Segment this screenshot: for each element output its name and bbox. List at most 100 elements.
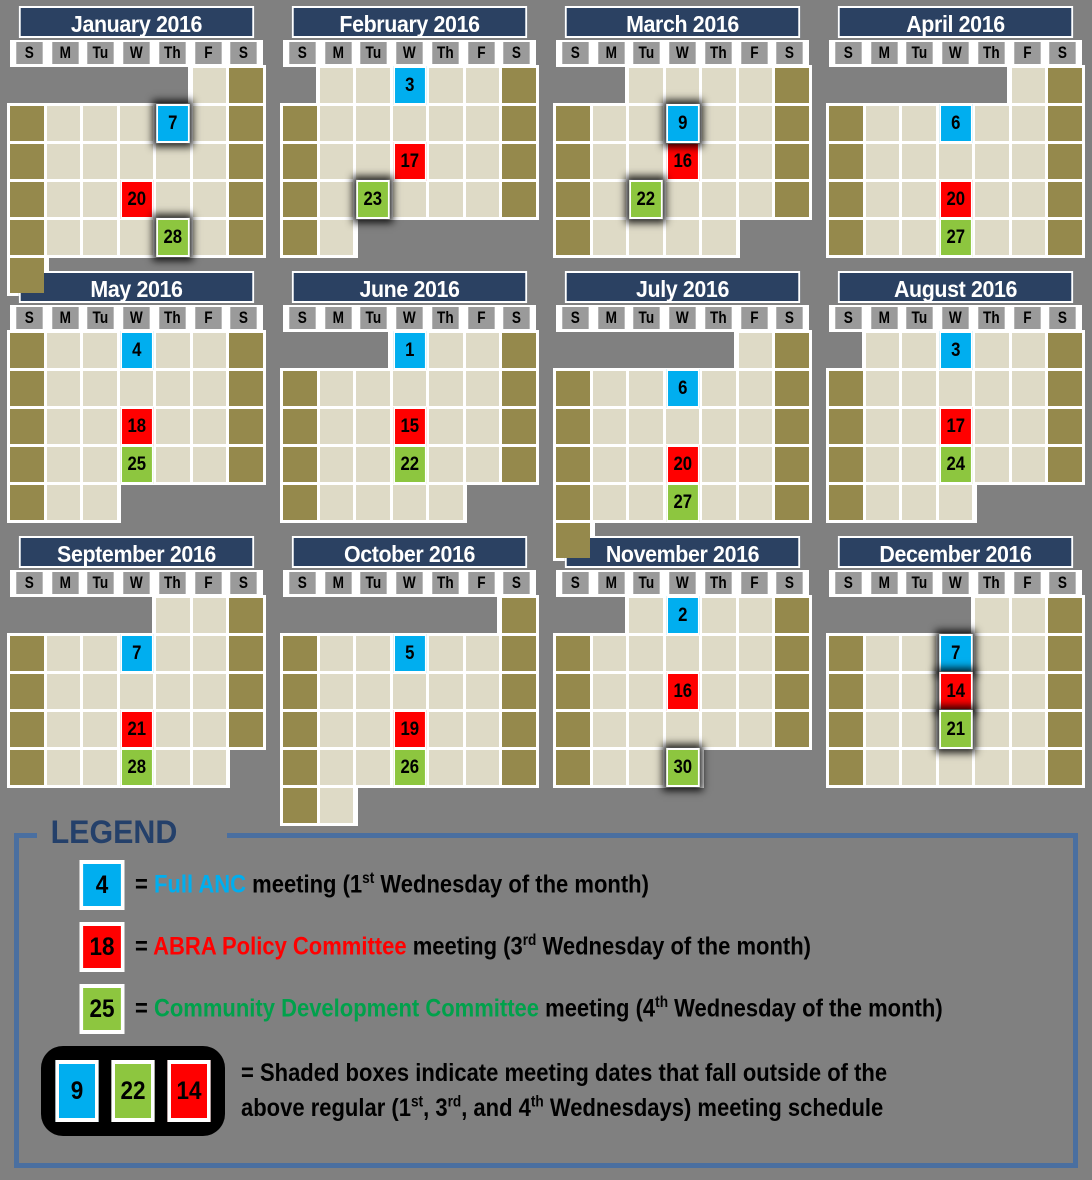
meeting-day-cell[interactable]: 2 bbox=[665, 596, 700, 635]
meeting-badge-cdc[interactable]: 26 bbox=[392, 748, 427, 787]
meeting-day-cell[interactable]: 1 bbox=[392, 331, 427, 370]
meeting-badge-cdc[interactable]: 21 bbox=[938, 710, 973, 749]
meeting-day-cell[interactable]: 27 bbox=[665, 483, 700, 522]
meeting-badge-abra[interactable]: 19 bbox=[392, 710, 427, 749]
day-cell bbox=[465, 333, 500, 368]
meeting-badge-cdc[interactable]: 22 bbox=[629, 180, 663, 219]
meeting-badge-anc[interactable]: 7 bbox=[156, 104, 190, 143]
meeting-badge-cdc[interactable]: 24 bbox=[938, 445, 973, 484]
meeting-badge-anc[interactable]: 7 bbox=[938, 634, 973, 673]
meeting-day-cell[interactable]: 27 bbox=[938, 218, 973, 257]
meeting-day-cell[interactable]: 20 bbox=[119, 180, 154, 219]
day-cell bbox=[738, 447, 773, 482]
day-cell bbox=[83, 220, 117, 255]
meeting-day-cell[interactable]: 18 bbox=[119, 407, 154, 446]
meeting-day-cell[interactable]: 16 bbox=[665, 672, 700, 711]
empty-cell bbox=[393, 598, 427, 633]
meeting-badge-anc[interactable]: 6 bbox=[938, 104, 973, 143]
meeting-day-cell[interactable]: 3 bbox=[938, 331, 973, 370]
day-cell bbox=[629, 220, 663, 255]
meeting-day-cell[interactable]: 17 bbox=[392, 142, 427, 181]
day-cell bbox=[429, 712, 463, 747]
meeting-day-cell[interactable]: 16 bbox=[665, 142, 700, 181]
meeting-day-cell[interactable]: 6 bbox=[665, 369, 700, 408]
meeting-badge-anc[interactable]: 5 bbox=[392, 634, 427, 673]
meeting-badge-abra[interactable]: 16 bbox=[665, 142, 700, 181]
shaded-box-sample: 9 22 14 bbox=[41, 1046, 225, 1136]
day-cell bbox=[119, 144, 154, 179]
day-cell bbox=[738, 485, 773, 520]
meeting-badge-abra[interactable]: 16 bbox=[665, 672, 700, 711]
meeting-day-cell[interactable]: 20 bbox=[938, 180, 973, 219]
meeting-day-cell[interactable]: 7 bbox=[156, 104, 190, 143]
day-cell bbox=[156, 712, 190, 747]
day-cell bbox=[192, 636, 227, 671]
meeting-day-cell[interactable]: 24 bbox=[938, 445, 973, 484]
meeting-badge-cdc[interactable]: 22 bbox=[392, 445, 427, 484]
meeting-badge-abra[interactable]: 17 bbox=[938, 407, 973, 446]
day-cell bbox=[283, 674, 317, 709]
day-cell bbox=[865, 485, 900, 520]
day-cell bbox=[502, 409, 536, 444]
meeting-day-cell[interactable]: 17 bbox=[938, 407, 973, 446]
meeting-badge-abra[interactable]: 20 bbox=[938, 180, 973, 219]
meeting-badge-abra[interactable]: 18 bbox=[119, 407, 154, 446]
meeting-badge-abra[interactable]: 21 bbox=[119, 710, 154, 749]
dow-label: W bbox=[669, 572, 696, 594]
meeting-day-cell[interactable]: 30 bbox=[665, 748, 700, 787]
meeting-day-cell[interactable]: 25 bbox=[119, 445, 154, 484]
meeting-badge-abra[interactable]: 17 bbox=[392, 142, 427, 181]
meeting-badge-cdc[interactable]: 23 bbox=[356, 180, 390, 219]
week-row: 25 bbox=[7, 444, 266, 485]
meeting-day-cell[interactable]: 9 bbox=[665, 104, 700, 143]
meeting-badge-anc[interactable]: 6 bbox=[665, 369, 700, 408]
month-title: August 2016 bbox=[837, 271, 1074, 303]
meeting-day-cell[interactable]: 21 bbox=[119, 710, 154, 749]
dow-label: S bbox=[16, 42, 43, 64]
meeting-day-cell[interactable]: 6 bbox=[938, 104, 973, 143]
day-cell bbox=[738, 144, 773, 179]
meeting-badge-anc[interactable]: 9 bbox=[665, 104, 700, 143]
dow-label: M bbox=[597, 307, 625, 329]
empty-cell bbox=[120, 68, 154, 103]
meeting-day-cell[interactable]: 7 bbox=[119, 634, 154, 673]
meeting-day-cell[interactable]: 28 bbox=[156, 218, 190, 257]
meeting-day-cell[interactable]: 28 bbox=[119, 748, 154, 787]
meeting-badge-abra[interactable]: 20 bbox=[665, 445, 700, 484]
day-cell bbox=[702, 68, 736, 103]
meeting-day-cell[interactable]: 5 bbox=[392, 634, 427, 673]
meeting-badge-cdc[interactable]: 28 bbox=[119, 748, 154, 787]
meeting-badge-anc[interactable]: 2 bbox=[665, 596, 700, 635]
meeting-day-cell[interactable]: 15 bbox=[392, 407, 427, 446]
meeting-day-cell[interactable]: 20 bbox=[665, 445, 700, 484]
meeting-day-cell[interactable]: 23 bbox=[356, 180, 390, 219]
meeting-badge-cdc[interactable]: 27 bbox=[665, 483, 700, 522]
meeting-badge-cdc[interactable]: 25 bbox=[119, 445, 154, 484]
day-cell bbox=[902, 409, 936, 444]
meeting-badge-cdc[interactable]: 28 bbox=[156, 218, 190, 257]
day-cell bbox=[465, 68, 500, 103]
meeting-badge-anc[interactable]: 3 bbox=[938, 331, 973, 370]
meeting-day-cell[interactable]: 14 bbox=[938, 672, 973, 711]
meeting-day-cell[interactable]: 19 bbox=[392, 710, 427, 749]
meeting-badge-anc[interactable]: 4 bbox=[119, 331, 154, 370]
meeting-badge-anc[interactable]: 1 bbox=[392, 331, 427, 370]
dow-label: Tu bbox=[633, 572, 660, 594]
meeting-badge-cdc[interactable]: 27 bbox=[938, 218, 973, 257]
meeting-badge-anc[interactable]: 3 bbox=[392, 66, 427, 105]
meeting-badge-abra[interactable]: 20 bbox=[119, 180, 154, 219]
meeting-day-cell[interactable]: 22 bbox=[392, 445, 427, 484]
meeting-badge-abra[interactable]: 14 bbox=[938, 672, 973, 711]
meeting-day-cell[interactable]: 7 bbox=[938, 634, 973, 673]
meeting-day-cell[interactable]: 3 bbox=[392, 66, 427, 105]
legend-meeting-text: meeting (4 bbox=[539, 994, 656, 1023]
meeting-day-cell[interactable]: 22 bbox=[629, 180, 663, 219]
meeting-day-cell[interactable]: 26 bbox=[392, 748, 427, 787]
meeting-badge-anc[interactable]: 7 bbox=[119, 634, 154, 673]
day-cell bbox=[629, 144, 663, 179]
meeting-badge-abra[interactable]: 15 bbox=[392, 407, 427, 446]
meeting-day-cell[interactable]: 4 bbox=[119, 331, 154, 370]
meeting-day-cell[interactable]: 21 bbox=[938, 710, 973, 749]
meeting-badge-cdc[interactable]: 30 bbox=[665, 748, 700, 787]
day-cell bbox=[83, 712, 117, 747]
